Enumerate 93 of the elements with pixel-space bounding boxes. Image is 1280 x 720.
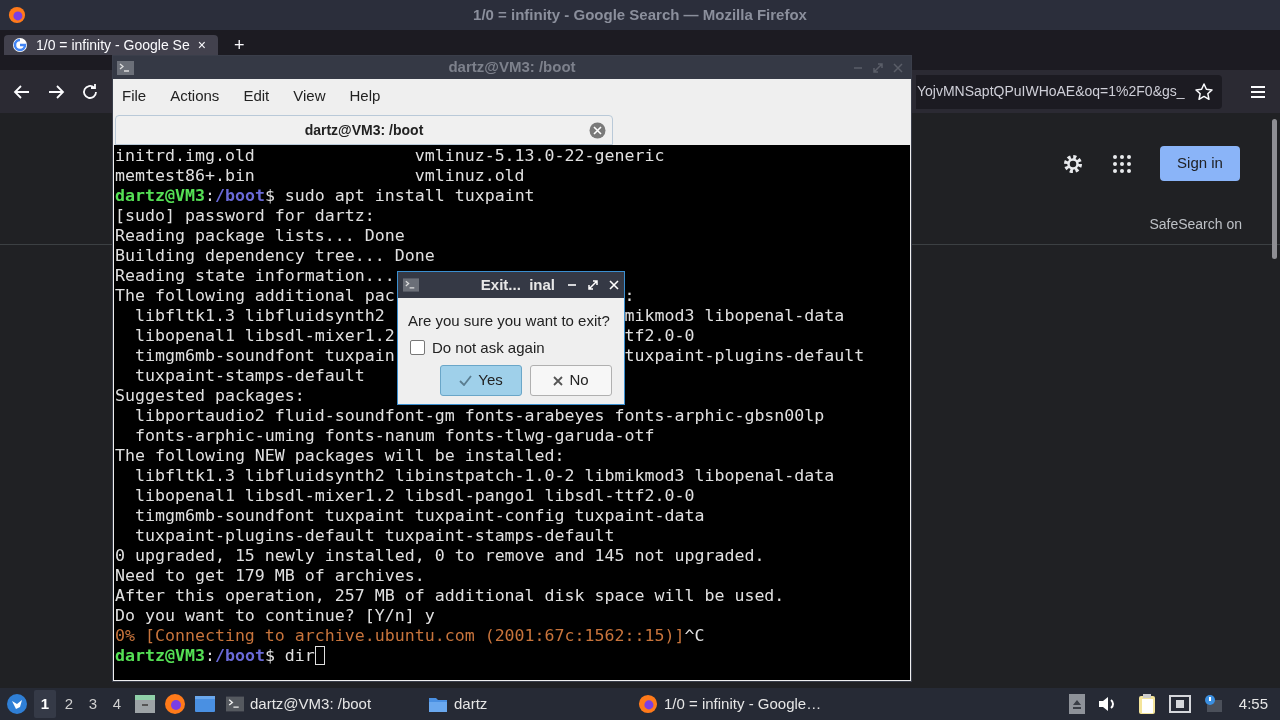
close-tab-button[interactable]: × (197, 34, 206, 56)
terminal-text: Reading state information... (115, 266, 395, 286)
terminal-text: Reading package lists... Done (115, 226, 405, 246)
terminal-text: timgm6mb-soundfont tuxpain (133, 346, 395, 365)
dialog-title: Exit... inal (480, 274, 555, 295)
prompt-user: dartz@VM3 (115, 186, 205, 206)
terminal-text: Building dependency tree... Done (115, 246, 435, 266)
progress-text: 0% [Connecting to archive.ubuntu.com (2001:67c:1562::15)] (115, 626, 685, 646)
prompt-separator: : (204, 186, 215, 206)
terminal-text: libfltk1.3 libfluidsynth2 (133, 306, 385, 325)
reload-icon[interactable] (80, 81, 100, 102)
terminal-text: libopenal1 libsdl-mixer1.2 libsdl-pango1 libsdl-ttf2.0-0 (133, 486, 695, 506)
terminal-text: vmlinuz.old (414, 166, 525, 186)
apps-icon[interactable] (1112, 153, 1132, 174)
terminal-text: : (624, 286, 635, 306)
notification-icon[interactable] (1202, 694, 1223, 714)
address-bar[interactable]: YojvMNSaptQPuIWHoAE&oq=1%2F0&gs_ (916, 74, 1222, 109)
network-icon[interactable] (1168, 694, 1191, 714)
terminal-text: initrd.img.old (115, 146, 256, 166)
terminal-text: The following additional pac (115, 286, 395, 305)
window-title: 1/0 = infinity - Google Search — Mozilla Firefox (473, 4, 807, 25)
terminal-text: libfltk1.3 libfluidsynth2 libinstpatch-1.0-2 libmikmod3 libopenal-data (133, 466, 835, 486)
menu-item[interactable]: File (122, 84, 147, 108)
sign-in-button[interactable]: Sign in (1160, 146, 1240, 181)
workspace-button[interactable]: 1 (34, 690, 56, 718)
terminal-command: $ dir (264, 646, 315, 666)
prompt-path: /boot (214, 646, 265, 666)
workspace-button[interactable]: 4 (106, 690, 128, 718)
workspace-button[interactable]: 3 (82, 690, 104, 718)
google-icon (12, 37, 28, 53)
taskbar-task[interactable]: 1/0 = infinity - Google… (636, 690, 836, 718)
clipboard-icon[interactable] (1136, 693, 1157, 715)
close-icon (553, 375, 564, 386)
taskbar-task[interactable]: dartz (426, 690, 636, 718)
terminal-tab[interactable]: dartz@VM3: /boot (115, 115, 613, 145)
terminal-text: Suggested packages: (115, 386, 305, 406)
checkbox[interactable] (410, 340, 425, 356)
menu-item[interactable]: Actions (170, 84, 220, 108)
terminal-text: memtest86+.bin (115, 166, 256, 186)
file-cabinet-icon[interactable] (134, 694, 156, 714)
close-tab-icon[interactable] (589, 121, 606, 139)
terminal-text: [sudo] password for dartz: (115, 206, 375, 226)
check-icon (459, 375, 473, 386)
terminal-text: tuxpaint-plugins-default tuxpaint-stamps-default (133, 526, 615, 546)
terminal-icon (403, 278, 419, 292)
firefox-icon[interactable] (164, 693, 186, 715)
menu-item[interactable]: Help (349, 84, 381, 108)
taskbar-task[interactable]: dartz@VM3: /boot (224, 690, 426, 718)
safesearch-label[interactable]: SafeSearch on (1149, 214, 1242, 235)
star-icon[interactable] (1194, 81, 1214, 102)
prompt-path: /boot (214, 186, 265, 206)
no-button[interactable]: No (530, 365, 612, 396)
terminal-text: libportaudio2 fluid-soundfont-gm fonts-arabeyes fonts-arphic-gbsn00lp (133, 406, 825, 426)
firefox-icon (638, 694, 658, 714)
terminal-text: timgm6mb-soundfont tuxpaint tuxpaint-config tuxpaint-data (133, 506, 705, 526)
tab-label: 1/0 = infinity - Google Se (36, 35, 190, 55)
prompt-separator: : (204, 646, 215, 666)
browser-tab[interactable]: 1/0 = infinity - Google Se × (4, 35, 218, 55)
yes-button[interactable]: Yes (440, 365, 522, 396)
terminal-text: tuxpaint-stamps-default (133, 366, 365, 386)
folder-icon (428, 695, 448, 713)
terminal-text: tf2.0-0 (624, 326, 695, 346)
terminal-text: vmlinuz-5.13.0-22-generic (414, 146, 665, 166)
terminal-text: After this operation, 257 MB of additional disk space will be used. (115, 586, 785, 606)
window-title: dartz@VM3: /boot (448, 57, 576, 78)
terminal-output[interactable] (114, 145, 910, 680)
terminal-command: $ sudo apt install tuxpaint (264, 186, 535, 206)
new-tab-button[interactable]: + (234, 35, 245, 55)
interrupt-text: ^C (684, 626, 705, 646)
volume-icon[interactable] (1096, 695, 1117, 713)
terminal-text: Need to get 179 MB of archives. (115, 566, 425, 586)
menu-item[interactable]: View (293, 84, 326, 108)
dialog-message: Are you sure you want to exit? (408, 311, 611, 331)
clock[interactable]: 4:55 (1238, 692, 1268, 716)
start-menu-icon[interactable] (6, 693, 28, 715)
scrollbar[interactable] (1272, 119, 1277, 259)
terminal-text: Do you want to continue? [Y/n] y (115, 606, 435, 626)
terminal-text: 0 upgraded, 15 newly installed, 0 to remove and 145 not upgraded. (115, 546, 765, 566)
workspace-button[interactable]: 2 (58, 690, 80, 718)
menu-item[interactable]: Edit (243, 84, 270, 108)
eject-icon[interactable] (1068, 694, 1085, 714)
terminal-icon (226, 696, 244, 712)
terminal-text: mikmod3 libopenal-data (624, 306, 845, 326)
terminal-icon (117, 60, 134, 75)
checkbox-label[interactable]: Do not ask again (432, 336, 545, 359)
terminal-text: The following NEW packages will be installed: (115, 446, 565, 466)
settings-icon[interactable] (1062, 152, 1084, 175)
terminal-text: tuxpaint-plugins-default (624, 346, 865, 366)
prompt-user: dartz@VM3 (115, 646, 205, 666)
terminal-text: libopenal1 libsdl-mixer1.2 (133, 326, 395, 345)
firefox-icon (8, 6, 26, 24)
terminal-text: fonts-arphic-uming fonts-nanum fonts-tlwg-garuda-otf (133, 426, 655, 446)
desktop-icon[interactable] (194, 695, 216, 713)
